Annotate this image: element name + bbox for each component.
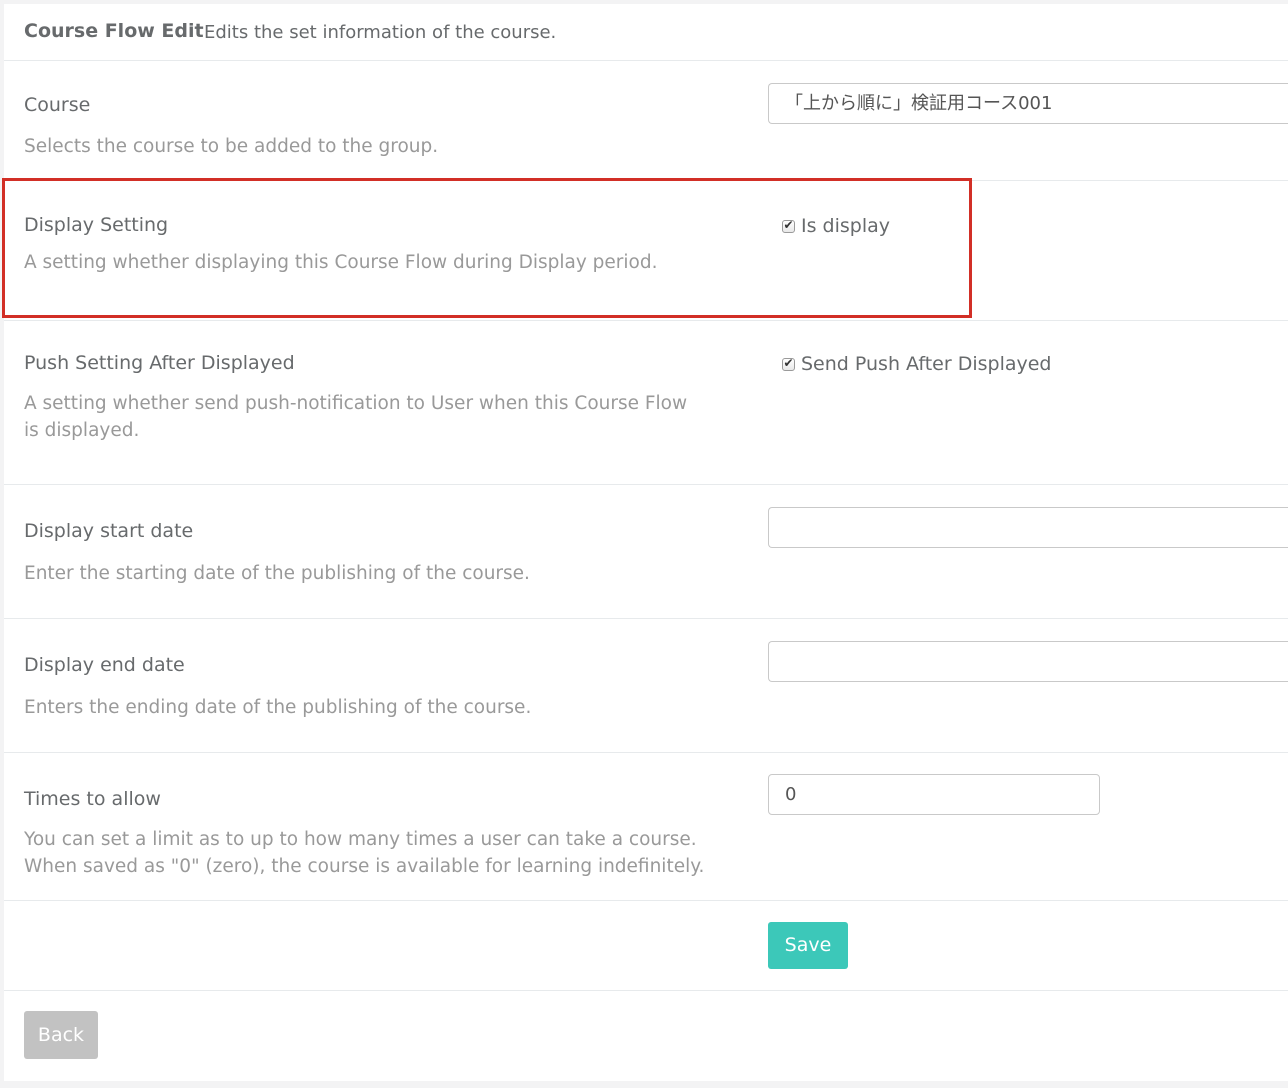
display-end-date-input[interactable] xyxy=(768,641,1288,682)
display-end-date-row: Display end date Enters the ending date … xyxy=(4,619,1288,753)
course-description: Selects the course to be added to the gr… xyxy=(24,136,439,157)
page-title: Course Flow Edit xyxy=(24,20,204,42)
course-flow-edit-panel: Course Flow Edit Edits the set informati… xyxy=(2,4,1288,1081)
display-end-date-description: Enters the ending date of the publishing… xyxy=(24,697,532,718)
push-setting-row: Push Setting After Displayed A setting w… xyxy=(4,321,1288,485)
page-subtitle: Edits the set information of the course. xyxy=(204,22,557,43)
push-setting-description: A setting whether send push-notification… xyxy=(24,393,688,441)
send-push-label[interactable]: Send Push After Displayed xyxy=(801,353,1052,375)
course-label: Course xyxy=(24,94,91,116)
display-start-date-label: Display start date xyxy=(24,520,194,542)
push-setting-label: Push Setting After Displayed xyxy=(24,352,295,374)
save-row xyxy=(4,901,1288,991)
display-start-date-row: Display start date Enter the starting da… xyxy=(4,485,1288,619)
panel-header: Course Flow Edit Edits the set informati… xyxy=(4,4,1288,61)
back-button[interactable]: Back xyxy=(24,1011,98,1059)
course-select[interactable]: 「上から順に」検証用コース001 xyxy=(768,83,1288,124)
display-start-date-input[interactable] xyxy=(768,507,1288,548)
send-push-option[interactable]: ✔ Send Push After Displayed xyxy=(782,352,1052,376)
checkmark-icon: ✔ xyxy=(783,355,794,370)
save-button[interactable]: Save xyxy=(768,922,848,969)
times-to-allow-row: Times to allow You can set a limit as to… xyxy=(4,753,1288,901)
times-to-allow-description: You can set a limit as to up to how many… xyxy=(24,829,705,877)
send-push-checkbox[interactable]: ✔ xyxy=(782,355,795,371)
times-to-allow-label: Times to allow xyxy=(24,788,161,810)
display-start-date-description: Enter the starting date of the publishin… xyxy=(24,563,530,584)
display-end-date-label: Display end date xyxy=(24,654,185,676)
display-setting-highlight-box xyxy=(2,178,972,318)
course-row: Course Selects the course to be added to… xyxy=(4,61,1288,181)
times-to-allow-input[interactable]: 0 xyxy=(768,774,1100,815)
